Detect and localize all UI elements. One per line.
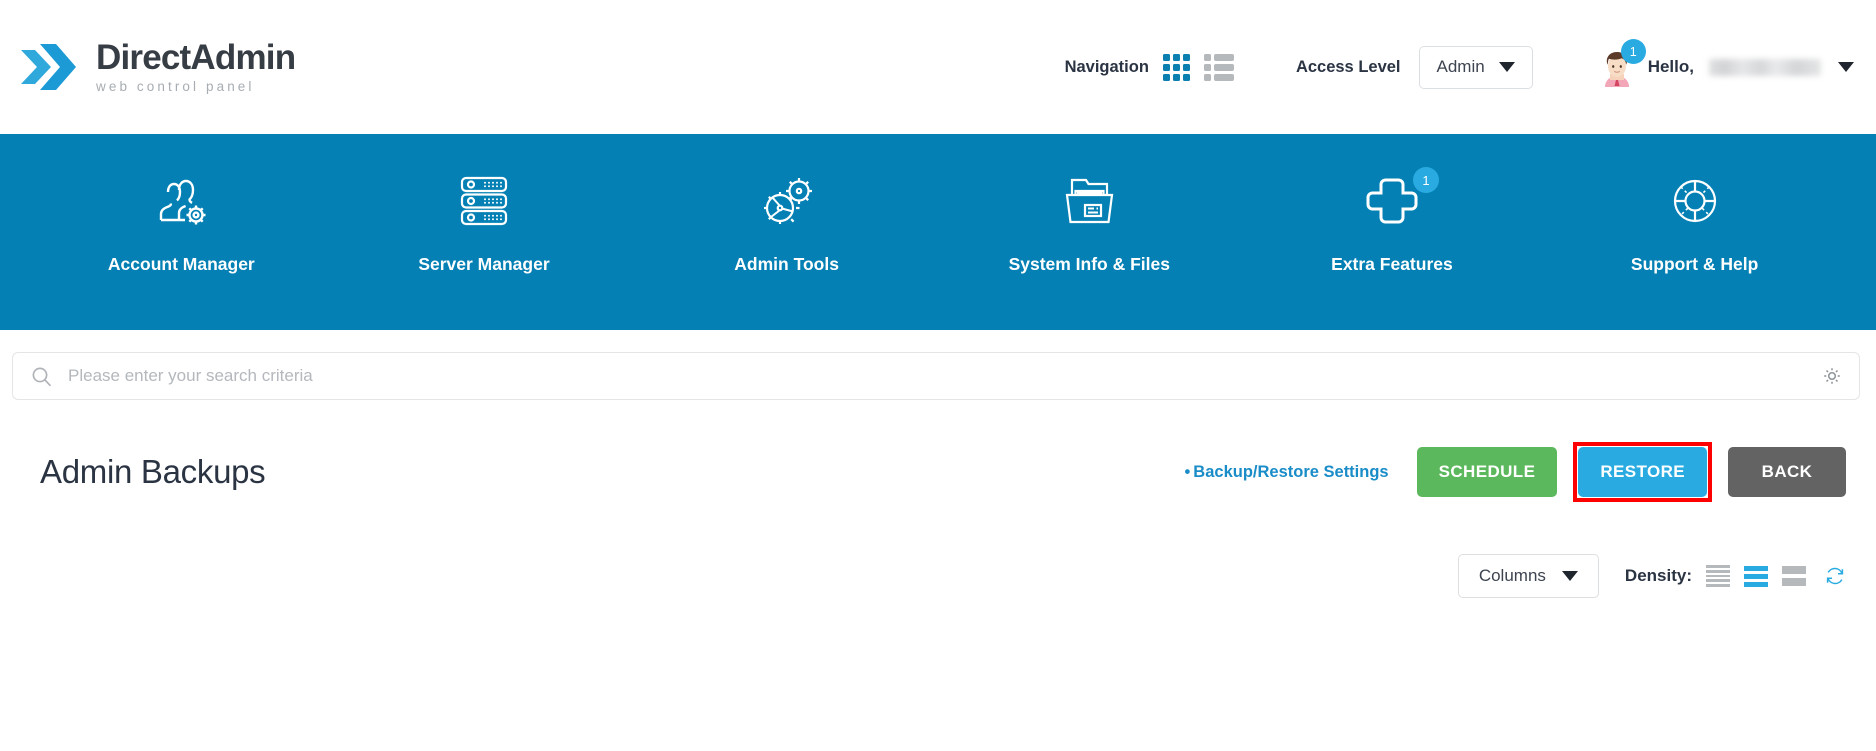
columns-label: Columns [1478,566,1546,585]
refresh-icon[interactable] [1824,565,1846,587]
access-level-group: Access Level Admin [1295,45,1533,89]
chevron-down-icon [1498,62,1515,72]
nav-item-server-manager[interactable]: Server Manager [333,134,634,275]
page-actions: • Backup/Restore Settings SCHEDULE RESTOR… [1185,442,1846,502]
back-button[interactable]: BACK [1728,447,1846,497]
nav-item-account-manager[interactable]: Account Manager [31,134,332,275]
restore-button[interactable]: RESTORE [1578,447,1707,497]
nav-item-extra-features[interactable]: 1 Extra Features [1241,134,1542,275]
density-comfortable-icon[interactable] [1782,565,1806,587]
nav-label: Account Manager [107,254,255,274]
table-toolbar: Columns Density: [0,502,1876,598]
brand-name-direct: Direct [96,38,191,78]
chevron-down-icon[interactable] [1838,62,1854,72]
density-label: Density: [1624,566,1692,585]
users-gear-icon [148,170,214,232]
search-bar[interactable] [12,352,1860,400]
top-header: DirectAdmin web control panel Navigation… [0,0,1876,134]
restore-button-highlight: RESTORE [1573,442,1712,502]
page-header-row: Admin Backups • Backup/Restore Settings S… [0,400,1876,502]
user-menu[interactable]: 1 Hello, [1597,39,1854,87]
bullet-icon: • [1184,462,1191,481]
hello-label: Hello, [1647,57,1694,76]
gear-icon[interactable] [1821,365,1843,387]
header-right-controls: Navigation Access Level Admin 1 Hello, [1064,39,1854,89]
access-level-select[interactable]: Admin [1418,45,1533,89]
brand-name-admin: Admin [190,38,296,78]
schedule-button[interactable]: SCHEDULE [1416,447,1558,497]
nav-badge: 1 [1412,167,1439,193]
backup-restore-settings-label: Backup/Restore Settings [1193,462,1389,481]
page-title: Admin Backups [40,453,266,490]
backup-restore-settings-link[interactable]: • Backup/Restore Settings [1185,463,1389,482]
density-group: Density: [1625,565,1846,587]
nav-item-admin-tools[interactable]: Admin Tools [636,134,937,275]
access-level-label: Access Level [1295,57,1401,76]
grid-view-icon[interactable] [1162,53,1190,81]
search-icon [31,366,52,387]
main-navigation-bar: Account Manager Server Manager Admin Too… [0,134,1876,330]
columns-select[interactable]: Columns [1457,554,1599,598]
file-folder-icon [1058,170,1120,232]
nav-label: Extra Features [1331,254,1453,274]
search-section [0,330,1876,400]
avatar[interactable]: 1 [1597,39,1646,87]
brand-logo[interactable]: DirectAdmin web control panel [10,36,296,98]
nav-item-support-help[interactable]: Support & Help [1544,134,1845,275]
double-chevron-logo-icon [18,36,80,98]
avatar-notification-badge: 1 [1620,39,1646,64]
chevron-down-icon [1561,571,1578,581]
nav-label: Support & Help [1630,254,1759,274]
navigation-label: Navigation [1064,57,1149,76]
access-level-value: Admin [1436,57,1485,76]
density-medium-icon[interactable] [1744,565,1768,587]
list-view-icon[interactable] [1203,53,1234,81]
server-rack-icon [454,170,514,232]
gears-icon [756,170,818,232]
life-ring-icon [1664,170,1726,232]
brand-tagline: web control panel [96,79,255,95]
nav-label: Server Manager [418,254,550,274]
username-redacted [1709,58,1821,76]
nav-item-system-info-files[interactable]: System Info & Files [939,134,1240,275]
nav-label: System Info & Files [1008,254,1170,274]
plus-cross-icon: 1 [1361,167,1439,232]
density-compact-icon[interactable] [1706,565,1730,587]
search-input[interactable] [66,365,1821,387]
navigation-toggle-group: Navigation [1064,53,1234,81]
nav-label: Admin Tools [734,254,839,274]
